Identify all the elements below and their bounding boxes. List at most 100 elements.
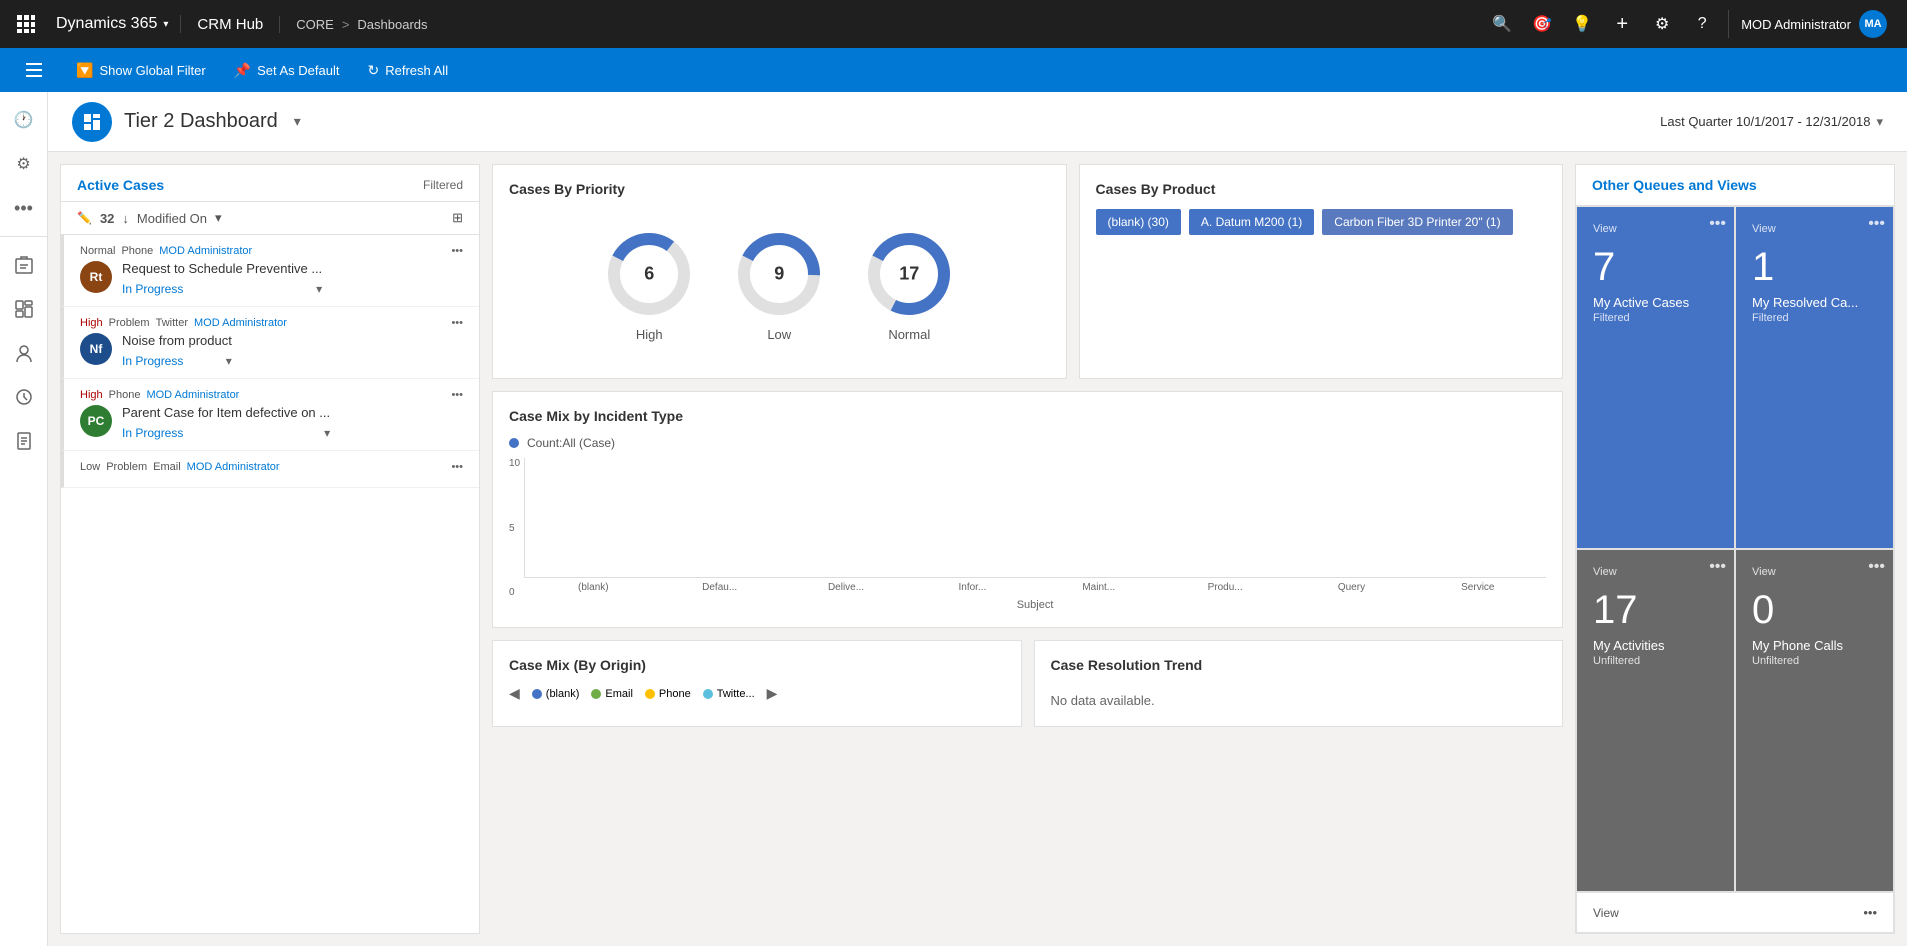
sidebar-item-dashboard[interactable] bbox=[4, 289, 44, 329]
charts-area: Cases By Priority 6 bbox=[492, 164, 1563, 934]
legend-dot bbox=[509, 438, 519, 448]
settings-icon[interactable]: ⚙ bbox=[1644, 6, 1680, 42]
sidebar-item-documents[interactable] bbox=[4, 421, 44, 461]
help-icon[interactable]: ? bbox=[1684, 6, 1720, 42]
user-name: MOD Administrator bbox=[1741, 17, 1851, 32]
lightbulb-icon[interactable]: 💡 bbox=[1564, 6, 1600, 42]
product-tag[interactable]: (blank) (30) bbox=[1096, 209, 1181, 235]
product-tag[interactable]: A. Datum M200 (1) bbox=[1189, 209, 1314, 235]
top-navigation: Dynamics 365 ▾ CRM Hub CORE > Dashboards… bbox=[0, 0, 1907, 48]
last-card-more-icon[interactable]: ••• bbox=[1863, 905, 1877, 920]
case-more-icon[interactable]: ••• bbox=[451, 245, 463, 257]
queues-grid: View ••• 7 My Active Cases Filtered View… bbox=[1576, 206, 1894, 892]
product-tags: (blank) (30) A. Datum M200 (1) Carbon Fi… bbox=[1096, 209, 1546, 235]
dashboard-title: Tier 2 Dashboard bbox=[124, 110, 278, 133]
top-charts-row: Cases By Priority 6 bbox=[492, 164, 1563, 379]
active-cases-panel: Active Cases Filtered ✏️ 32 ↓ Modified O… bbox=[60, 164, 480, 934]
hamburger-icon[interactable] bbox=[16, 52, 52, 88]
donut-svg-high: 6 bbox=[604, 229, 694, 319]
grid-icon[interactable] bbox=[8, 6, 44, 42]
queue-card-active-cases[interactable]: View ••• 7 My Active Cases Filtered bbox=[1576, 206, 1735, 549]
sidebar-item-cases[interactable] bbox=[4, 245, 44, 285]
prev-button[interactable]: ◀ bbox=[509, 685, 520, 702]
filter-icon: 🔽 bbox=[76, 62, 93, 79]
donut-svg-low: 9 bbox=[734, 229, 824, 319]
user-avatar: MA bbox=[1859, 10, 1887, 38]
user-section[interactable]: MOD Administrator MA bbox=[1728, 10, 1899, 38]
target-icon[interactable]: 🎯 bbox=[1524, 6, 1560, 42]
case-meta: High Problem Twitter MOD Administrator •… bbox=[80, 317, 463, 329]
donut-low: 9 Low bbox=[734, 229, 824, 342]
sidebar-item-activities[interactable] bbox=[4, 377, 44, 417]
pin-icon: 📌 bbox=[234, 62, 251, 79]
case-list: Normal Phone MOD Administrator ••• Rt Re… bbox=[61, 235, 479, 933]
queue-card-activities[interactable]: View ••• 17 My Activities Unfiltered bbox=[1576, 549, 1735, 892]
crm-hub[interactable]: CRM Hub bbox=[181, 16, 280, 33]
queue-card-more-icon[interactable]: ••• bbox=[1868, 558, 1885, 576]
next-button[interactable]: ▶ bbox=[767, 685, 778, 702]
left-sidebar: 🕐 ⚙ ••• bbox=[0, 92, 48, 946]
case-mix-incident-panel: Case Mix by Incident Type Count:All (Cas… bbox=[492, 391, 1563, 628]
case-more-icon[interactable]: ••• bbox=[451, 461, 463, 473]
app-name[interactable]: Dynamics 365 ▾ bbox=[44, 15, 181, 33]
donut-charts: 6 High bbox=[509, 209, 1050, 362]
x-axis-label: Subject bbox=[524, 599, 1546, 611]
sidebar-item-recent[interactable]: 🕐 bbox=[4, 100, 44, 140]
sidebar-item-more[interactable]: ••• bbox=[4, 188, 44, 228]
queues-panel: Other Queues and Views View ••• 7 My Act… bbox=[1575, 164, 1895, 934]
case-avatar: Rt bbox=[80, 261, 112, 293]
refresh-icon: ↻ bbox=[367, 62, 379, 79]
case-content: Nf Noise from product In Progress ▾ bbox=[80, 333, 463, 368]
sidebar-item-settings[interactable]: ⚙ bbox=[4, 144, 44, 184]
bottom-charts-row: Case Mix (By Origin) ◀ (blank) bbox=[492, 640, 1563, 727]
origin-legend: ◀ (blank) Email bbox=[509, 685, 1005, 702]
donut-normal: 17 Normal bbox=[864, 229, 954, 342]
case-item[interactable]: High Problem Twitter MOD Administrator •… bbox=[61, 307, 479, 379]
case-avatar: Nf bbox=[80, 333, 112, 365]
case-item[interactable]: Normal Phone MOD Administrator ••• Rt Re… bbox=[61, 235, 479, 307]
set-as-default-button[interactable]: 📌 Set As Default bbox=[222, 56, 352, 85]
case-more-icon[interactable]: ••• bbox=[451, 389, 463, 401]
case-meta: Normal Phone MOD Administrator ••• bbox=[80, 245, 463, 257]
date-range[interactable]: Last Quarter 10/1/2017 - 12/31/2018 ▾ bbox=[1660, 114, 1883, 130]
dashboard-icon bbox=[72, 102, 112, 142]
cases-by-priority-panel: Cases By Priority 6 bbox=[492, 164, 1067, 379]
search-icon[interactable]: 🔍 bbox=[1484, 6, 1520, 42]
toolbar: 🔽 Show Global Filter 📌 Set As Default ↻ … bbox=[0, 48, 1907, 92]
breadcrumb: CORE > Dashboards bbox=[280, 17, 443, 32]
refresh-all-button[interactable]: ↻ Refresh All bbox=[355, 56, 460, 85]
cases-by-product-panel: Cases By Product (blank) (30) A. Datum M… bbox=[1079, 164, 1563, 379]
case-more-icon[interactable]: ••• bbox=[451, 317, 463, 329]
expand-icon[interactable]: ▾ bbox=[324, 426, 330, 440]
nav-icons: 🔍 🎯 💡 + ⚙ ? bbox=[1484, 6, 1720, 42]
active-cases-header: Active Cases Filtered bbox=[61, 165, 479, 202]
queue-card-last[interactable]: View ••• bbox=[1576, 892, 1894, 933]
queue-card-more-icon[interactable]: ••• bbox=[1868, 215, 1885, 233]
queue-card-more-icon[interactable]: ••• bbox=[1709, 558, 1726, 576]
case-meta: Low Problem Email MOD Administrator ••• bbox=[80, 461, 463, 473]
queue-card-phone-calls[interactable]: View ••• 0 My Phone Calls Unfiltered bbox=[1735, 549, 1894, 892]
main-container: 🕐 ⚙ ••• bbox=[0, 92, 1907, 946]
case-item[interactable]: High Phone MOD Administrator ••• PC Pare… bbox=[61, 379, 479, 451]
content-area: Tier 2 Dashboard ▾ Last Quarter 10/1/201… bbox=[48, 92, 1907, 946]
dashboard-header: Tier 2 Dashboard ▾ Last Quarter 10/1/201… bbox=[48, 92, 1907, 152]
sort-icon[interactable]: ↓ bbox=[122, 211, 129, 226]
sort-chevron[interactable]: ▾ bbox=[215, 210, 222, 226]
queue-card-more-icon[interactable]: ••• bbox=[1709, 215, 1726, 233]
case-avatar: PC bbox=[80, 405, 112, 437]
case-meta: High Phone MOD Administrator ••• bbox=[80, 389, 463, 401]
toolbar-left: ✏️ 32 ↓ Modified On ▾ bbox=[77, 210, 222, 226]
expand-icon[interactable]: ▾ bbox=[316, 282, 322, 296]
donut-svg-normal: 17 bbox=[864, 229, 954, 319]
dashboard-chevron[interactable]: ▾ bbox=[294, 113, 301, 130]
show-global-filter-button[interactable]: 🔽 Show Global Filter bbox=[64, 56, 218, 85]
product-tag[interactable]: Carbon Fiber 3D Printer 20" (1) bbox=[1322, 209, 1512, 235]
case-content: PC Parent Case for Item defective on ...… bbox=[80, 405, 463, 440]
case-content: Rt Request to Schedule Preventive ... In… bbox=[80, 261, 463, 296]
case-item[interactable]: Low Problem Email MOD Administrator ••• bbox=[61, 451, 479, 488]
view-options-icon[interactable]: ⊞ bbox=[452, 210, 463, 226]
sidebar-item-contacts[interactable] bbox=[4, 333, 44, 373]
add-icon[interactable]: + bbox=[1604, 6, 1640, 42]
queue-card-resolved-cases[interactable]: View ••• 1 My Resolved Ca... Filtered bbox=[1735, 206, 1894, 549]
expand-icon[interactable]: ▾ bbox=[226, 354, 232, 368]
